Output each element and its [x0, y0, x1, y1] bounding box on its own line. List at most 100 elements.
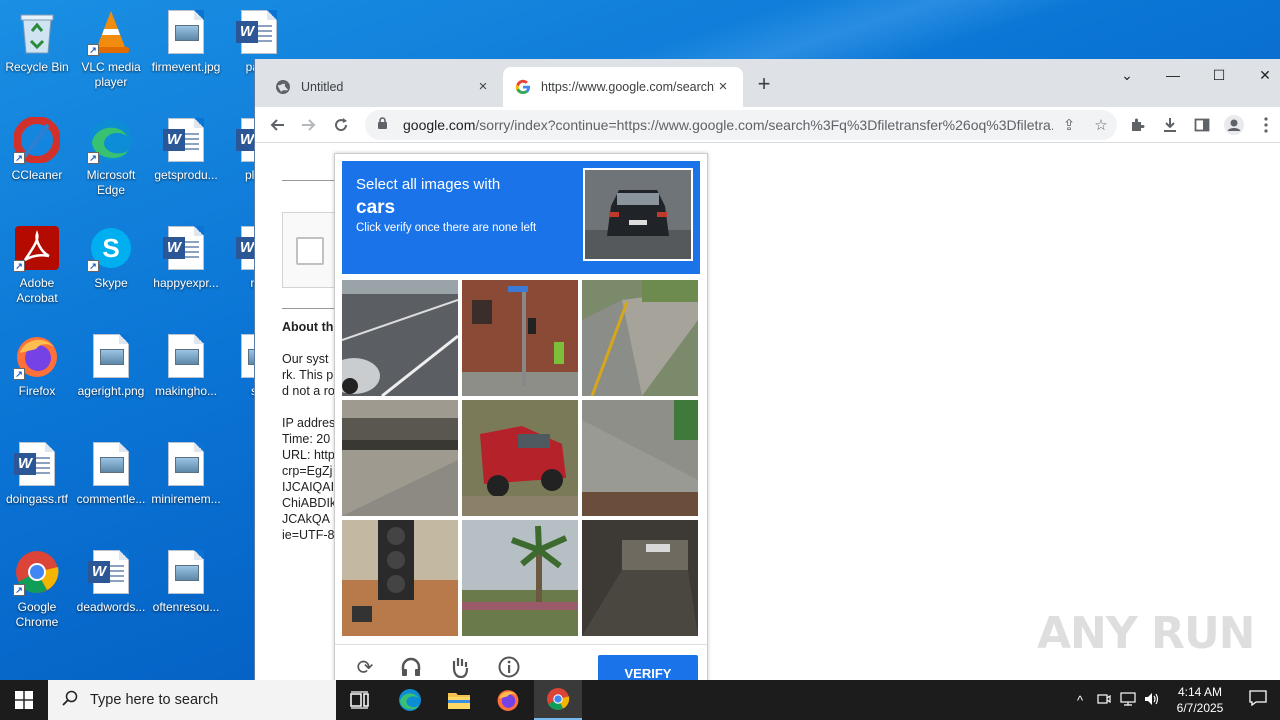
desktop-icon-google-chrome[interactable]: ↗ Google Chrome	[0, 548, 74, 630]
system-tray: ^ 4:14 AM 6/7/2025	[1068, 680, 1280, 720]
tab-close-icon[interactable]: ×	[715, 79, 731, 95]
shortcut-arrow-icon: ↗	[87, 260, 99, 272]
close-window-button[interactable]: ✕	[1242, 59, 1280, 91]
new-tab-button[interactable]: +	[752, 73, 776, 97]
desktop-icon-happyexpr[interactable]: W happyexpr...	[149, 224, 223, 291]
download-icon[interactable]	[1156, 111, 1184, 139]
shortcut-arrow-icon: ↗	[13, 368, 25, 380]
menu-kebab-icon[interactable]	[1252, 111, 1280, 139]
notification-center-icon[interactable]	[1236, 690, 1280, 710]
grid-tile-road[interactable]	[342, 280, 458, 396]
address-bar[interactable]: google.com/sorry/index?continue=https://…	[365, 110, 1117, 140]
desktop-icon-recycle-bin[interactable]: Recycle Bin	[0, 8, 74, 75]
task-view-button[interactable]	[336, 680, 384, 720]
meet-now-icon[interactable]	[1092, 692, 1116, 709]
skype-icon: S ↗	[87, 224, 135, 272]
windows-logo-icon	[15, 691, 33, 709]
desktop-icon-label: miniremem...	[151, 492, 221, 506]
info-line: IP addres	[282, 416, 336, 430]
taskbar-search-box[interactable]: Type here to search	[48, 680, 336, 720]
hand-icon[interactable]	[446, 653, 474, 680]
desktop-icon-commentle[interactable]: commentle...	[74, 440, 148, 507]
grid-tile-underpass[interactable]	[342, 400, 458, 516]
ccleaner-icon: ↗	[13, 116, 61, 164]
desktop-icon-deadwords[interactable]: W deadwords...	[74, 548, 148, 615]
audio-challenge-icon[interactable]	[397, 653, 425, 680]
recycle-bin-icon	[13, 8, 61, 56]
clock-time: 4:14 AM	[1177, 685, 1223, 699]
share-icon[interactable]: ⇪	[1053, 116, 1085, 134]
tab-google-search[interactable]: https://www.google.com/search?q= ×	[503, 67, 743, 107]
folder-icon	[448, 693, 470, 709]
tab-close-icon[interactable]: ×	[475, 79, 491, 95]
reload-icon[interactable]	[327, 111, 355, 139]
desktop-icon-ccleaner[interactable]: ↗ CCleaner	[0, 116, 74, 183]
desktop-icon-label: deadwords...	[76, 600, 146, 614]
url-path: /sorry/index?continue=https://www.google…	[475, 117, 1053, 133]
word-document-icon: W	[162, 224, 210, 272]
network-icon[interactable]	[1116, 691, 1140, 709]
divider	[282, 308, 342, 309]
reload-challenge-icon[interactable]: ⟳	[351, 653, 379, 680]
desktop-icon-label: commentle...	[76, 492, 146, 506]
desktop-icon-firefox[interactable]: ↗ Firefox	[0, 332, 74, 399]
extensions-puzzle-icon[interactable]	[1124, 111, 1152, 139]
info-icon[interactable]	[495, 653, 523, 680]
minimize-button[interactable]: —	[1150, 59, 1196, 91]
desktop-icon-vlc[interactable]: ↗ VLC media player	[74, 8, 148, 90]
page-content: About th Our syst rk. This p d not a ro …	[255, 143, 1280, 680]
desktop-icon-adobe-acrobat[interactable]: ↗ Adobe Acrobat	[0, 224, 74, 306]
verify-button[interactable]: VERIFY	[598, 655, 698, 680]
desktop-icon-label: Skype	[94, 276, 128, 290]
back-arrow-icon[interactable]	[263, 111, 291, 139]
grid-tile-tunnel[interactable]	[582, 520, 698, 636]
desktop-icon-microsoft-edge[interactable]: ↗ Microsoft Edge	[74, 116, 148, 198]
anyrun-watermark: ANY RUN	[1037, 608, 1255, 659]
globe-icon	[275, 79, 291, 95]
edge-icon: ↗	[87, 116, 135, 164]
shortcut-arrow-icon: ↗	[13, 584, 25, 596]
image-file-icon	[162, 440, 210, 488]
taskbar-chrome[interactable]	[534, 680, 582, 720]
image-file-icon	[87, 440, 135, 488]
grid-tile-palm-trees[interactable]	[462, 520, 578, 636]
taskbar-file-explorer[interactable]	[435, 680, 483, 720]
recaptcha-checkbox[interactable]	[296, 237, 324, 265]
grid-tile-street-signal[interactable]	[462, 280, 578, 396]
desktop-icon-doingass[interactable]: W doingass.rtf	[0, 440, 74, 507]
desktop-icon-makingho[interactable]: makingho...	[149, 332, 223, 399]
desktop-icon-ageright[interactable]: ageright.png	[74, 332, 148, 399]
desktop-icon-miniremem[interactable]: miniremem...	[149, 440, 223, 507]
forward-arrow-icon[interactable]	[295, 111, 323, 139]
info-line: URL: http	[282, 448, 335, 462]
clock[interactable]: 4:14 AM 6/7/2025	[1164, 684, 1236, 716]
desktop-icon-label: ageright.png	[77, 384, 145, 398]
desktop-icon-label: oftenresou...	[152, 600, 220, 614]
edge-icon	[399, 689, 421, 711]
tab-strip: Untitled × https://www.google.com/search…	[255, 59, 1280, 107]
bookmark-star-icon[interactable]: ☆	[1085, 116, 1117, 134]
desktop-icon-getsprodu[interactable]: W getsprodu...	[149, 116, 223, 183]
volume-icon[interactable]	[1140, 692, 1164, 709]
desktop-icon-label: firmevent.jpg	[151, 60, 221, 74]
chevron-up-icon[interactable]: ^	[1068, 693, 1092, 708]
desktop-icon-skype[interactable]: S ↗ Skype	[74, 224, 148, 291]
grid-tile-bridge[interactable]	[582, 280, 698, 396]
maximize-button[interactable]: ☐	[1196, 59, 1242, 91]
tab-search-dropdown-button[interactable]: ⌄	[1104, 59, 1150, 91]
desktop-icon-label: makingho...	[154, 384, 218, 398]
grid-tile-traffic-light[interactable]	[342, 520, 458, 636]
grid-tile-red-truck[interactable]	[462, 400, 578, 516]
profile-avatar-icon[interactable]	[1220, 111, 1248, 139]
desktop-icon-firmevent[interactable]: firmevent.jpg	[149, 8, 223, 75]
tab-untitled[interactable]: Untitled ×	[263, 67, 503, 107]
taskbar-edge[interactable]	[386, 680, 434, 720]
taskbar-firefox[interactable]	[484, 680, 532, 720]
image-file-icon	[162, 548, 210, 596]
info-line: ie=UTF-8	[282, 528, 335, 542]
grid-tile-roof[interactable]	[582, 400, 698, 516]
side-panel-icon[interactable]	[1188, 111, 1216, 139]
start-button[interactable]	[0, 680, 48, 720]
shortcut-arrow-icon: ↗	[13, 152, 25, 164]
desktop-icon-oftenresou[interactable]: oftenresou...	[149, 548, 223, 615]
